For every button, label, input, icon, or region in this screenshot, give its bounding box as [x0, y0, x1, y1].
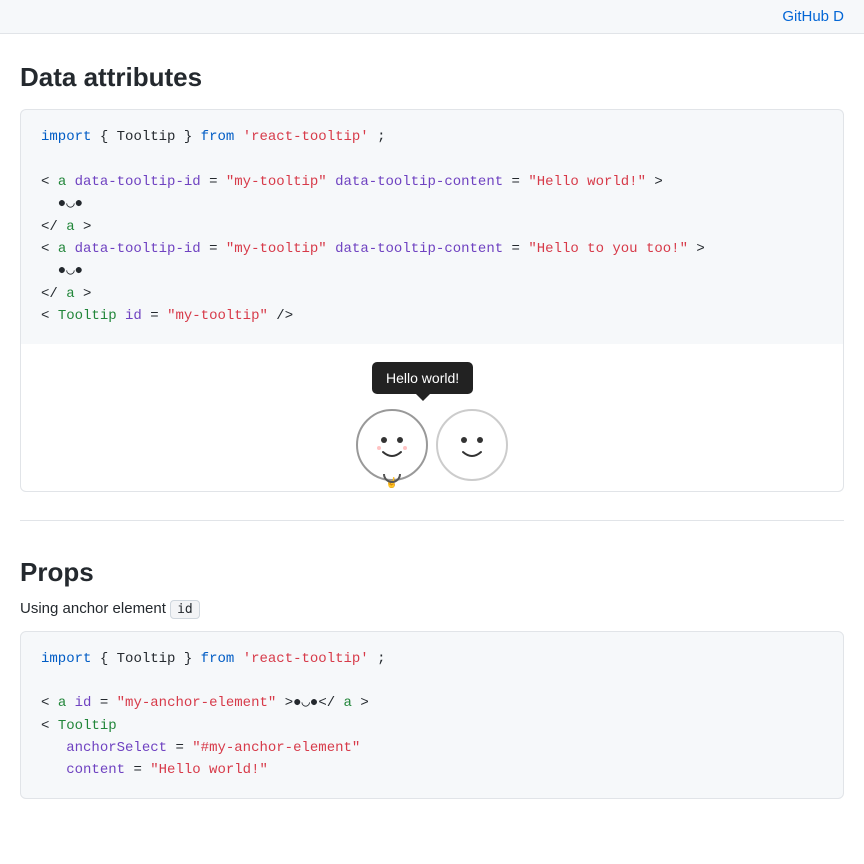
page-container: GitHub D Data attributes import { Toolti… [0, 0, 864, 839]
code-line-7: ●◡● [41, 260, 823, 282]
data-attributes-section: Data attributes import { Tooltip } from … [20, 62, 844, 492]
code-line-4: ●◡● [41, 193, 823, 215]
props-code-line-3: < Tooltip [41, 715, 823, 737]
header: GitHub D [0, 0, 864, 34]
cursor-indicator: ☝ [386, 478, 398, 489]
face-svg-2 [447, 420, 497, 470]
props-code-line-4: anchorSelect = "#my-anchor-element" [41, 737, 823, 759]
emoji-container: ☝ [356, 409, 508, 481]
tooltip-bubble: Hello world! [372, 362, 473, 394]
inline-code-id: id [170, 600, 200, 619]
main-content: Data attributes import { Tooltip } from … [0, 34, 864, 839]
code-line-5: </ a > [41, 216, 823, 238]
section-divider [20, 520, 844, 521]
anchor-id-code-block: import { Tooltip } from 'react-tooltip' … [20, 631, 844, 799]
code-line-1: import { Tooltip } from 'react-tooltip' … [41, 126, 823, 148]
props-section: Props Using anchor element id import { T… [20, 557, 844, 799]
anchor-id-title: Using anchor element id [20, 600, 844, 617]
face-svg-1 [367, 420, 417, 470]
data-attributes-heading: Data attributes [20, 62, 844, 93]
code-line-9: < Tooltip id = "my-tooltip" /> [41, 305, 823, 327]
github-link[interactable]: GitHub D [782, 8, 844, 25]
demo-area: Hello world! [20, 344, 844, 492]
code-line-8: </ a > [41, 283, 823, 305]
props-code-line-2: < a id = "my-anchor-element" >●◡●</ a > [41, 692, 823, 714]
props-heading: Props [20, 557, 844, 588]
emoji-face-2[interactable] [436, 409, 508, 481]
emoji-face-1[interactable]: ☝ [356, 409, 428, 481]
data-attributes-code-block: import { Tooltip } from 'react-tooltip' … [20, 109, 844, 345]
code-line-6: < a data-tooltip-id = "my-tooltip" data-… [41, 238, 823, 260]
props-code-line-5: content = "Hello world!" [41, 759, 823, 781]
props-code-line-1: import { Tooltip } from 'react-tooltip' … [41, 648, 823, 670]
code-line-3: < a data-tooltip-id = "my-tooltip" data-… [41, 171, 823, 193]
